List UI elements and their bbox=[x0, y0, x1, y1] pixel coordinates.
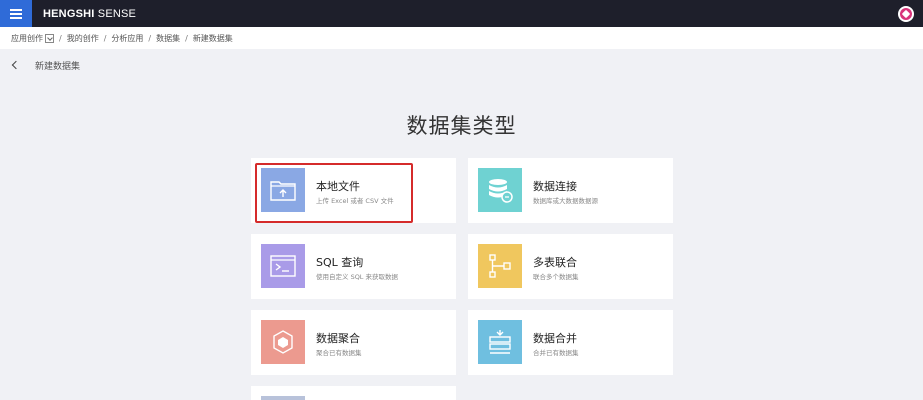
card-description: 数据库或大数据数据源 bbox=[533, 197, 598, 205]
card-partial[interactable] bbox=[251, 386, 456, 400]
avatar-icon bbox=[900, 8, 912, 20]
breadcrumb-separator: / bbox=[59, 33, 62, 43]
card-description: 聚合已有数据集 bbox=[316, 349, 362, 357]
card-title: 多表联合 bbox=[533, 256, 577, 269]
card-title: 数据合并 bbox=[533, 332, 577, 345]
terminal-icon bbox=[261, 244, 305, 288]
join-icon bbox=[478, 244, 522, 288]
chevron-down-icon[interactable] bbox=[45, 33, 54, 43]
breadcrumb-separator: / bbox=[148, 33, 152, 43]
card-data-connection[interactable]: 数据连接 数据库或大数据数据源 bbox=[468, 158, 673, 223]
page-title: 数据集类型 bbox=[406, 114, 517, 138]
top-bar: HENGSHI SENSE bbox=[0, 0, 923, 27]
menu-line bbox=[10, 12, 22, 15]
back-row: 新建数据集 bbox=[11, 58, 80, 72]
card-multi-table-join[interactable]: 多表联合 联合多个数据集 bbox=[468, 234, 673, 299]
card-title: 本地文件 bbox=[316, 180, 360, 193]
menu-line bbox=[10, 8, 22, 11]
card-data-aggregation[interactable]: 数据聚合 聚合已有数据集 bbox=[251, 310, 456, 375]
card-title: 数据聚合 bbox=[316, 332, 360, 345]
cube-icon bbox=[261, 320, 305, 364]
breadcrumb-separator: / bbox=[103, 33, 107, 43]
brand-bold: HENGSHI bbox=[43, 7, 95, 20]
card-description: 使用自定义 SQL 来获取数据 bbox=[316, 273, 398, 281]
card-data-merge[interactable]: 数据合并 合并已有数据集 bbox=[468, 310, 673, 375]
breadcrumb-item-new-dataset: 新建数据集 bbox=[192, 33, 233, 43]
card-description: 合并已有数据集 bbox=[533, 349, 579, 357]
card-description: 上传 Excel 或者 CSV 文件 bbox=[316, 197, 394, 205]
user-avatar[interactable] bbox=[898, 6, 914, 22]
database-icon bbox=[478, 168, 522, 212]
card-description: 联合多个数据集 bbox=[533, 273, 579, 281]
card-title: SQL 查询 bbox=[316, 256, 364, 269]
breadcrumb-separator: / bbox=[185, 33, 188, 43]
page-subtitle: 新建数据集 bbox=[35, 61, 81, 72]
brand-light: SENSE bbox=[94, 7, 137, 20]
breadcrumb-item-analysis-app[interactable]: 分析应用 bbox=[111, 33, 143, 44]
brand-logo[interactable]: HENGSHI SENSE bbox=[43, 8, 136, 20]
breadcrumb-item-datasets[interactable]: 数据集 bbox=[156, 33, 180, 44]
card-sql-query[interactable]: SQL 查询 使用自定义 SQL 来获取数据 bbox=[251, 234, 456, 299]
back-arrow-icon[interactable] bbox=[11, 60, 19, 70]
card-local-file[interactable]: 本地文件 上传 Excel 或者 CSV 文件 bbox=[251, 158, 456, 223]
breadcrumb-item-my-creations[interactable]: 我的创作 bbox=[67, 33, 99, 44]
card-icon-partial bbox=[261, 396, 305, 400]
folder-upload-icon bbox=[261, 168, 305, 212]
card-title: 数据连接 bbox=[533, 180, 577, 193]
breadcrumb-item-app-create[interactable]: 应用创作 bbox=[11, 33, 54, 44]
merge-icon bbox=[478, 320, 522, 364]
menu-line bbox=[10, 16, 22, 19]
breadcrumb-label: 应用创作 bbox=[11, 33, 43, 43]
breadcrumb: 应用创作 / 我的创作 / 分析应用 / 数据集 / 新建数据集 bbox=[0, 27, 923, 49]
hamburger-menu-button[interactable] bbox=[0, 0, 32, 27]
